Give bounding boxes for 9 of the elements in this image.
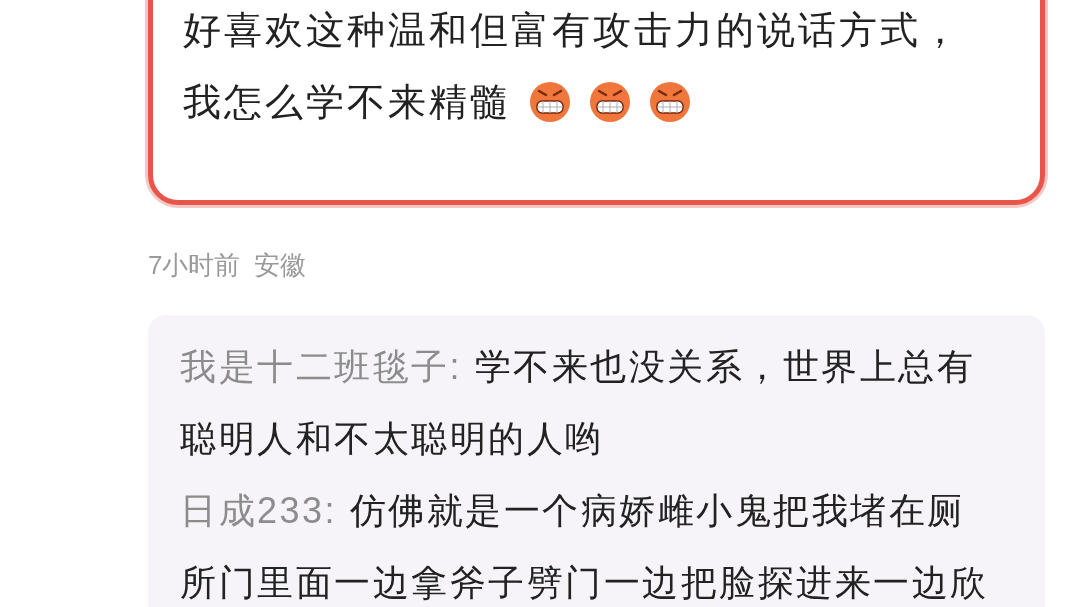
- comment-time: 7小时前: [148, 249, 241, 282]
- comment-location: 安徽: [254, 249, 307, 282]
- comment-text: 我怎么学不来精髓: [183, 80, 511, 125]
- comment-text: 好喜欢这种温和但富有攻击力的说话方式，: [183, 8, 962, 53]
- reply-text: 日成233: 仿佛就是一个病娇雌小鬼把我堵在厕所门里面一边拿斧子劈门一边把脸探进来一边欣: [180, 489, 990, 605]
- grimacing-emoji-icon: [529, 81, 571, 123]
- grimacing-emoji-icon: [589, 81, 631, 123]
- grimacing-emoji-icon: [649, 81, 691, 123]
- reply-text: 我是十二班毯子: 学不来也没关系，世界上总有聪明人和不太聪明的人哟: [180, 345, 977, 461]
